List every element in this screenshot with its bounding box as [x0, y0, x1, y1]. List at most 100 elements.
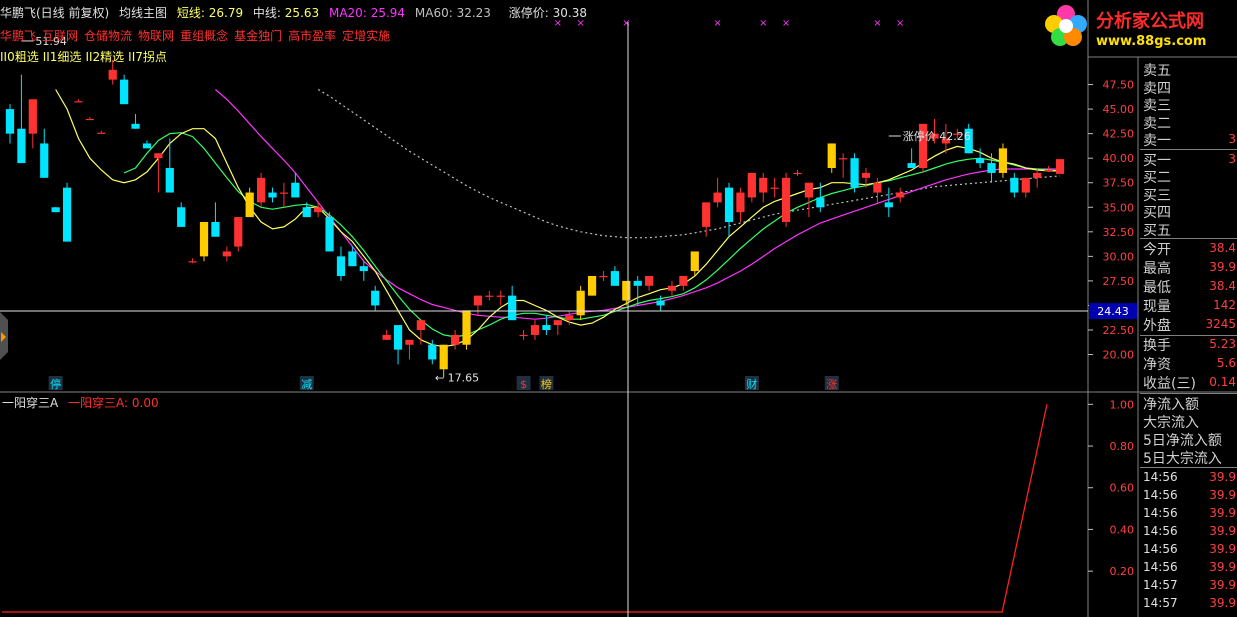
- candle-body[interactable]: [565, 315, 574, 321]
- candle-body[interactable]: [473, 295, 483, 306]
- candle-body[interactable]: [884, 202, 893, 208]
- candle-body[interactable]: [873, 182, 882, 193]
- candle-body[interactable]: [120, 79, 129, 105]
- candle-body[interactable]: [131, 123, 140, 129]
- candle-body[interactable]: [587, 276, 597, 296]
- candle-body[interactable]: [62, 187, 72, 242]
- candle-body[interactable]: [314, 207, 323, 213]
- candle-body[interactable]: [736, 192, 745, 213]
- candle-body[interactable]: [348, 251, 357, 267]
- candle-body[interactable]: [998, 148, 1008, 173]
- candle-body[interactable]: [416, 320, 425, 330]
- candle-body[interactable]: [85, 118, 94, 121]
- candle-body[interactable]: [291, 182, 300, 198]
- candle-body[interactable]: [462, 310, 471, 345]
- candle-body[interactable]: [1044, 169, 1053, 172]
- candle-body[interactable]: [5, 109, 15, 134]
- candle-body[interactable]: [188, 261, 197, 263]
- candle-body[interactable]: [770, 187, 779, 189]
- candle-body[interactable]: [40, 143, 49, 178]
- candle-body[interactable]: [439, 344, 448, 370]
- candle-body[interactable]: [816, 197, 825, 208]
- concept-tag[interactable]: 华鹏飞: [0, 29, 36, 43]
- candle-body[interactable]: [713, 192, 722, 203]
- event-marker[interactable]: 停: [50, 377, 61, 391]
- concept-tag[interactable]: 物联网: [138, 29, 174, 43]
- candle-body[interactable]: [690, 251, 699, 272]
- candle-body[interactable]: [17, 128, 26, 164]
- concept-tag[interactable]: 定增实施: [342, 29, 390, 43]
- candle-body[interactable]: [896, 192, 905, 198]
- candle-body[interactable]: [679, 276, 688, 286]
- candle-body[interactable]: [804, 182, 814, 198]
- candle-body[interactable]: [987, 163, 996, 173]
- concept-tag[interactable]: 仓储物流: [84, 29, 132, 43]
- candle-body[interactable]: [165, 168, 174, 193]
- candle-body[interactable]: [793, 172, 802, 175]
- filter-tag[interactable]: II2精选: [85, 50, 124, 64]
- candle-body[interactable]: [1055, 159, 1065, 174]
- filter-tag[interactable]: II7拐点: [128, 50, 167, 64]
- candle-body[interactable]: [405, 339, 414, 345]
- event-marker[interactable]: 涨: [826, 378, 837, 391]
- candle-body[interactable]: [245, 192, 254, 218]
- candle-body[interactable]: [576, 290, 585, 316]
- candle-body[interactable]: [154, 153, 163, 159]
- chart-canvas[interactable]: 51.94← 17.65涨停价 42.26停减 $ 榜财涨× × × × × × × × 20.0…: [0, 0, 1237, 617]
- event-marker[interactable]: 减: [301, 378, 312, 391]
- candle-body[interactable]: [781, 177, 791, 222]
- candle-body[interactable]: [542, 325, 551, 330]
- candle-body[interactable]: [1021, 177, 1030, 193]
- candle-body[interactable]: [51, 207, 60, 213]
- concept-tag[interactable]: 基金独门: [234, 29, 282, 43]
- candle-body[interactable]: [485, 295, 494, 297]
- candle-body[interactable]: [702, 202, 711, 227]
- candle-body[interactable]: [839, 158, 848, 160]
- candle-body[interactable]: [861, 172, 871, 178]
- candle-body[interactable]: [724, 187, 734, 222]
- candle-body[interactable]: [142, 143, 152, 149]
- candle-body[interactable]: [599, 276, 608, 278]
- candle-body[interactable]: [451, 334, 460, 345]
- candle-body[interactable]: [747, 172, 756, 198]
- candle-body[interactable]: [622, 280, 631, 301]
- candle-body[interactable]: [108, 69, 117, 80]
- event-marker[interactable]: 财: [746, 377, 757, 391]
- candle-body[interactable]: [1033, 172, 1042, 178]
- candle-body[interactable]: [976, 158, 985, 164]
- candle-body[interactable]: [907, 163, 916, 168]
- concept-tag[interactable]: 高市盈率: [288, 29, 336, 43]
- candle-body[interactable]: [302, 207, 311, 218]
- candle-body[interactable]: [74, 101, 83, 103]
- candle-body[interactable]: [211, 222, 220, 237]
- candle-body[interactable]: [827, 143, 836, 168]
- candle-body[interactable]: [633, 280, 642, 286]
- candle-body[interactable]: [28, 99, 37, 134]
- candle-body[interactable]: [656, 300, 665, 306]
- indicator-name[interactable]: 一阳穿三A: [2, 396, 58, 410]
- candle-body[interactable]: [279, 192, 289, 194]
- logo-url[interactable]: www.88gs.com: [1096, 34, 1206, 49]
- candle-body[interactable]: [496, 295, 505, 297]
- candle-body[interactable]: [1010, 177, 1019, 193]
- event-marker[interactable]: 榜: [541, 377, 552, 391]
- candle-body[interactable]: [371, 290, 380, 306]
- candle-body[interactable]: [234, 217, 243, 247]
- candle-body[interactable]: [519, 334, 528, 337]
- candle-body[interactable]: [530, 325, 540, 335]
- candle-body[interactable]: [177, 207, 186, 227]
- candle-body[interactable]: [97, 132, 106, 134]
- candle-body[interactable]: [553, 320, 562, 326]
- candle-body[interactable]: [268, 192, 277, 198]
- candle-body[interactable]: [359, 266, 368, 272]
- candle-body[interactable]: [667, 285, 677, 291]
- candle-body[interactable]: [199, 222, 209, 257]
- concept-tag[interactable]: 重组概念: [180, 29, 228, 43]
- candle-body[interactable]: [336, 256, 346, 276]
- candle-body[interactable]: [508, 295, 517, 321]
- candle-body[interactable]: [382, 334, 391, 340]
- candle-body[interactable]: [610, 271, 619, 286]
- event-marker[interactable]: $: [520, 378, 527, 391]
- candle-body[interactable]: [645, 276, 654, 286]
- candle-body[interactable]: [428, 344, 437, 360]
